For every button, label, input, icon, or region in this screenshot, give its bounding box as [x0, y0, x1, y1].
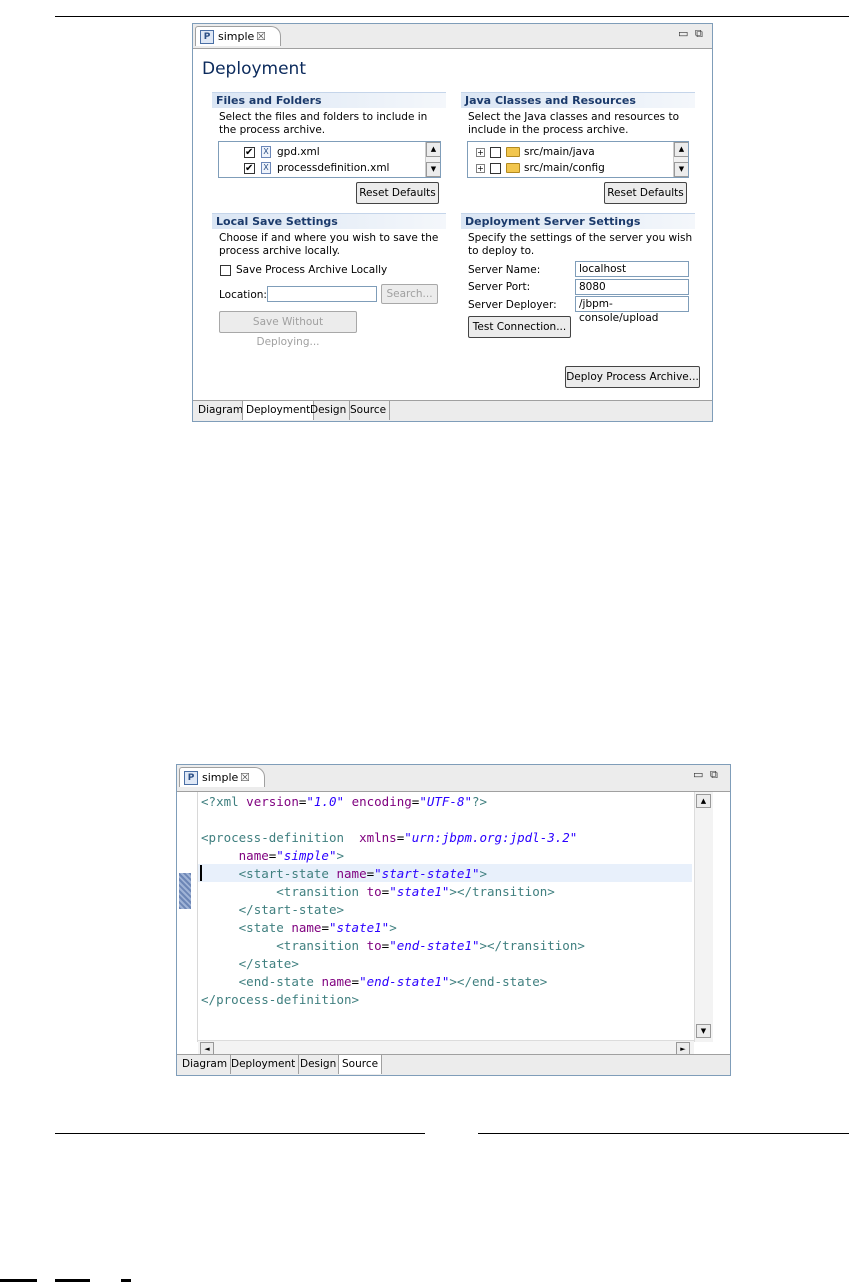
local-save-section-header[interactable]: Local Save Settings: [212, 213, 446, 229]
editor-tab-strip: P simple ☒ ▭ ⧉: [177, 765, 730, 792]
page-bottom-rule-left: [55, 1133, 425, 1134]
editor-tab-label: simple: [218, 30, 255, 43]
checkbox-processdefinition-xml[interactable]: [244, 161, 255, 177]
deployment-editor-window: P simple ☒ ▭ ⧉ Deployment Files and Fold…: [192, 23, 713, 422]
checkbox-src-main-config[interactable]: [490, 163, 501, 174]
code-line[interactable]: </state>: [201, 955, 711, 973]
files-reset-defaults-button[interactable]: Reset Defaults: [356, 182, 439, 204]
files-list[interactable]: X gpd.xml X processdefinition.xml ▲ ▼: [218, 141, 441, 178]
editor-gutter[interactable]: [177, 792, 198, 1042]
folder-icon: [506, 163, 520, 173]
file-label: processdefinition.xml: [277, 162, 390, 174]
xml-file-icon: X: [261, 146, 271, 158]
source-editor-window: P simple ☒ ▭ ⧉ <?xml version="1.0" encod…: [176, 764, 731, 1076]
page-bottom-rule-right: [478, 1133, 849, 1134]
tab-diagram[interactable]: Diagram: [195, 401, 248, 420]
save-archive-locally-label: Save Process Archive Locally: [236, 264, 388, 276]
code-line[interactable]: <transition to="end-state1"></transition…: [201, 937, 711, 955]
local-save-description: Choose if and where you wish to save the…: [219, 232, 439, 257]
code-line[interactable]: </start-state>: [201, 901, 711, 919]
code-line[interactable]: [201, 811, 711, 829]
scroll-down-icon[interactable]: ▼: [674, 162, 688, 177]
save-archive-locally-checkbox[interactable]: [220, 265, 231, 276]
java-reset-defaults-button[interactable]: Reset Defaults: [604, 182, 687, 204]
code-line[interactable]: <transition to="state1"></transition>: [201, 883, 711, 901]
tab-design[interactable]: Design: [307, 401, 351, 420]
location-input[interactable]: [267, 286, 377, 302]
code-line[interactable]: <process-definition xmlns="urn:jbpm.org:…: [201, 829, 711, 847]
java-scrollbar[interactable]: ▲ ▼: [673, 142, 688, 177]
file-label: gpd.xml: [277, 146, 320, 158]
checkbox-src-main-java[interactable]: [490, 147, 501, 158]
server-name-label: Server Name:: [468, 264, 541, 276]
server-deployer-label: Server Deployer:: [468, 299, 557, 311]
save-without-deploying-button[interactable]: Save Without Deploying...: [219, 311, 357, 348]
tab-deployment[interactable]: Deployment: [228, 1055, 300, 1074]
tree-expand-icon[interactable]: +: [476, 164, 485, 173]
overview-marker: [179, 873, 191, 909]
code-line[interactable]: name="simple">: [201, 847, 711, 865]
scroll-up-icon[interactable]: ▲: [426, 142, 440, 157]
files-scrollbar[interactable]: ▲ ▼: [425, 142, 440, 177]
java-section-description: Select the Java classes and resources to…: [468, 111, 680, 136]
tab-source[interactable]: Source: [338, 1055, 383, 1074]
resource-label: src/main/java: [524, 146, 595, 158]
editor-tab-label: simple: [202, 771, 239, 784]
files-section-header[interactable]: Files and Folders: [212, 92, 446, 108]
location-label: Location:: [219, 289, 267, 301]
folder-icon: [506, 147, 520, 157]
tab-source[interactable]: Source: [347, 401, 391, 420]
editor-page-tabs: Diagram Deployment Design Source: [193, 400, 712, 421]
process-file-icon: P: [184, 771, 198, 785]
maximize-icon[interactable]: ⧉: [710, 768, 718, 782]
close-icon[interactable]: ☒: [256, 27, 266, 47]
vertical-scrollbar[interactable]: ▲ ▼: [694, 792, 713, 1042]
server-section-header[interactable]: Deployment Server Settings: [461, 213, 695, 229]
scroll-up-icon[interactable]: ▲: [696, 794, 711, 808]
code-line[interactable]: <?xml version="1.0" encoding="UTF-8"?>: [201, 793, 711, 811]
checkbox-gpd-xml[interactable]: [244, 145, 255, 161]
server-port-label: Server Port:: [468, 281, 531, 293]
server-section-description: Specify the settings of the server you w…: [468, 232, 693, 257]
code-line[interactable]: <start-state name="start-state1">: [201, 865, 711, 883]
close-icon[interactable]: ☒: [240, 768, 250, 788]
code-line[interactable]: <state name="state1">: [201, 919, 711, 937]
code-line[interactable]: <end-state name="end-state1"></end-state…: [201, 973, 711, 991]
test-connection-button[interactable]: Test Connection...: [468, 316, 571, 338]
tab-deployment[interactable]: Deployment: [242, 401, 315, 420]
server-port-input[interactable]: 8080: [575, 279, 689, 295]
xml-file-icon: X: [261, 162, 271, 174]
server-name-input[interactable]: localhost: [575, 261, 689, 277]
editor-tab-strip: P simple ☒ ▭ ⧉: [193, 24, 712, 49]
form-title: Deployment: [202, 59, 306, 79]
maximize-icon[interactable]: ⧉: [695, 27, 703, 41]
scroll-up-icon[interactable]: ▲: [674, 142, 688, 157]
minimize-icon[interactable]: ▭: [678, 27, 688, 40]
editor-tab-simple[interactable]: P simple ☒: [179, 767, 265, 787]
java-section-header[interactable]: Java Classes and Resources: [461, 92, 695, 108]
minimize-icon[interactable]: ▭: [693, 768, 703, 781]
server-deployer-input[interactable]: /jbpm-console/upload: [575, 296, 689, 324]
deploy-process-archive-button[interactable]: Deploy Process Archive...: [565, 366, 700, 388]
editor-tab-simple[interactable]: P simple ☒: [195, 26, 281, 46]
tab-design[interactable]: Design: [297, 1055, 341, 1074]
scroll-down-icon[interactable]: ▼: [426, 162, 440, 177]
process-file-icon: P: [200, 30, 214, 44]
editor-page-tabs: Diagram Deployment Design Source: [177, 1054, 730, 1075]
page-top-rule: [55, 16, 849, 17]
code-line[interactable]: </process-definition>: [201, 991, 711, 1009]
tree-expand-icon[interactable]: +: [476, 148, 485, 157]
tab-diagram[interactable]: Diagram: [179, 1055, 232, 1074]
search-button[interactable]: Search...: [381, 284, 438, 304]
java-resources-list[interactable]: + src/main/java + src/main/config ▲ ▼: [467, 141, 689, 178]
scroll-down-icon[interactable]: ▼: [696, 1024, 711, 1038]
files-section-description: Select the files and folders to include …: [219, 111, 428, 136]
resource-label: src/main/config: [524, 162, 605, 174]
